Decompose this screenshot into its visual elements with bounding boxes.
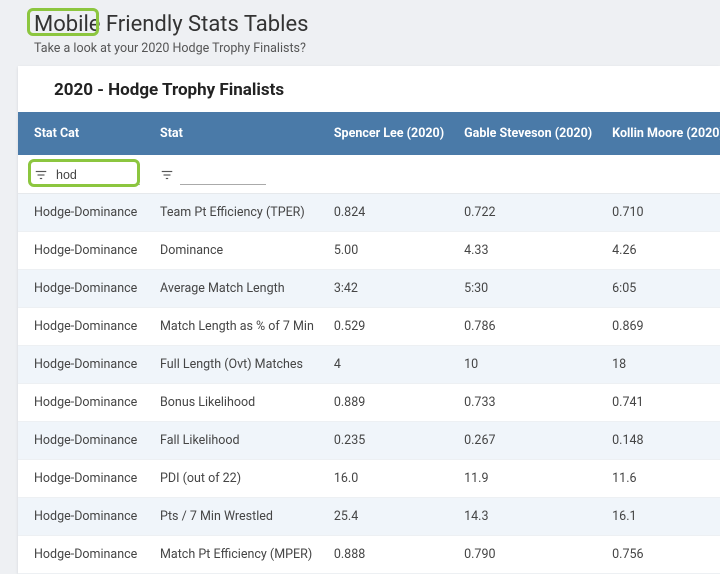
filter-icon[interactable] <box>160 168 174 182</box>
value-cell: 0.786 <box>454 308 602 346</box>
filter-icon[interactable] <box>34 168 48 182</box>
value-cell: 4 <box>324 346 454 384</box>
header-stat-cat[interactable]: Stat Cat <box>18 112 150 155</box>
value-cell: 6:05 <box>602 270 720 308</box>
value-cell: 14.3 <box>454 498 602 536</box>
stat-name-cell: Match Pt Efficiency (MPER) <box>150 536 324 574</box>
value-cell: 4.33 <box>454 232 602 270</box>
stat-cat-cell: Hodge-Dominance <box>18 232 150 270</box>
page-title-text: Mobile Friendly Stats Tables <box>34 12 308 37</box>
value-cell: 10 <box>454 346 602 384</box>
filter-row <box>18 155 720 194</box>
value-cell: 5.00 <box>324 232 454 270</box>
value-cell: 16.1 <box>602 498 720 536</box>
page-subtitle: Take a look at your 2020 Hodge Trophy Fi… <box>12 41 720 56</box>
table-row[interactable]: Hodge-DominanceDominance5.004.334.26 <box>18 232 720 270</box>
table-row[interactable]: Hodge-DominanceAverage Match Length3:425… <box>18 270 720 308</box>
header-row: Stat Cat Stat Spencer Lee (2020) Gable S… <box>18 112 720 155</box>
value-cell: 0.529 <box>324 308 454 346</box>
table-row[interactable]: Hodge-DominanceTeam Pt Efficiency (TPER)… <box>18 194 720 232</box>
value-cell: 0.235 <box>324 422 454 460</box>
value-cell: 0.722 <box>454 194 602 232</box>
value-cell: 0.733 <box>454 384 602 422</box>
stat-name-cell: Dominance <box>150 232 324 270</box>
stat-cat-cell: Hodge-Dominance <box>18 498 150 536</box>
stat-cat-cell: Hodge-Dominance <box>18 346 150 384</box>
stat-name-cell: Average Match Length <box>150 270 324 308</box>
value-cell: 0.756 <box>602 536 720 574</box>
stat-name-cell: PDI (out of 22) <box>150 460 324 498</box>
header-kollin-moore[interactable]: Kollin Moore (2020) <box>602 112 720 155</box>
stat-name-cell: Full Length (Ovt) Matches <box>150 346 324 384</box>
value-cell: 16.0 <box>324 460 454 498</box>
stat-name-cell: Fall Likelihood <box>150 422 324 460</box>
stats-table: Stat Cat Stat Spencer Lee (2020) Gable S… <box>18 112 720 574</box>
stats-card: 2020 - Hodge Trophy Finalists Stat Cat S… <box>18 66 720 574</box>
header-gable-steveson[interactable]: Gable Steveson (2020) <box>454 112 602 155</box>
value-cell: 0.869 <box>602 308 720 346</box>
table-row[interactable]: Hodge-DominancePDI (out of 22)16.011.911… <box>18 460 720 498</box>
table-row[interactable]: Hodge-DominanceMatch Pt Efficiency (MPER… <box>18 536 720 574</box>
stat-cat-cell: Hodge-Dominance <box>18 384 150 422</box>
value-cell: 0.267 <box>454 422 602 460</box>
stat-cat-cell: Hodge-Dominance <box>18 270 150 308</box>
filter-stat-input[interactable] <box>180 165 266 185</box>
filter-stat-cat-input[interactable] <box>54 165 140 185</box>
table-row[interactable]: Hodge-DominancePts / 7 Min Wrestled25.41… <box>18 498 720 536</box>
stat-name-cell: Match Length as % of 7 Min <box>150 308 324 346</box>
value-cell: 0.888 <box>324 536 454 574</box>
header-spencer-lee[interactable]: Spencer Lee (2020) <box>324 112 454 155</box>
stat-cat-cell: Hodge-Dominance <box>18 194 150 232</box>
value-cell: 5:30 <box>454 270 602 308</box>
stat-cat-cell: Hodge-Dominance <box>18 308 150 346</box>
stat-cat-cell: Hodge-Dominance <box>18 460 150 498</box>
stat-cat-cell: Hodge-Dominance <box>18 536 150 574</box>
value-cell: 18 <box>602 346 720 384</box>
value-cell: 0.889 <box>324 384 454 422</box>
table-row[interactable]: Hodge-DominanceFall Likelihood0.2350.267… <box>18 422 720 460</box>
page-title: Mobile Friendly Stats Tables <box>12 12 720 37</box>
stat-name-cell: Bonus Likelihood <box>150 384 324 422</box>
stat-name-cell: Team Pt Efficiency (TPER) <box>150 194 324 232</box>
value-cell: 0.790 <box>454 536 602 574</box>
table-row[interactable]: Hodge-DominanceBonus Likelihood0.8890.73… <box>18 384 720 422</box>
card-title: 2020 - Hodge Trophy Finalists <box>18 66 720 112</box>
value-cell: 0.710 <box>602 194 720 232</box>
value-cell: 11.9 <box>454 460 602 498</box>
value-cell: 3:42 <box>324 270 454 308</box>
value-cell: 4.26 <box>602 232 720 270</box>
stat-cat-cell: Hodge-Dominance <box>18 422 150 460</box>
value-cell: 0.148 <box>602 422 720 460</box>
header-stat[interactable]: Stat <box>150 112 324 155</box>
value-cell: 0.741 <box>602 384 720 422</box>
value-cell: 0.824 <box>324 194 454 232</box>
value-cell: 25.4 <box>324 498 454 536</box>
value-cell: 11.6 <box>602 460 720 498</box>
table-row[interactable]: Hodge-DominanceFull Length (Ovt) Matches… <box>18 346 720 384</box>
table-row[interactable]: Hodge-DominanceMatch Length as % of 7 Mi… <box>18 308 720 346</box>
stat-name-cell: Pts / 7 Min Wrestled <box>150 498 324 536</box>
